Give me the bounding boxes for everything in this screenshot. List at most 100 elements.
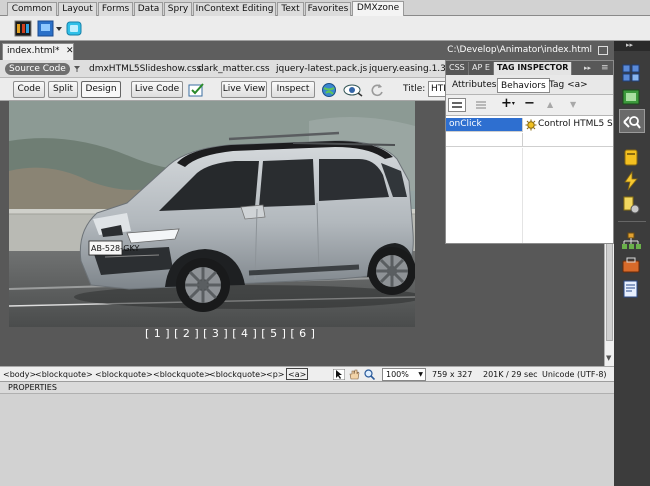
source-code-button[interactable]: Source Code [5, 63, 70, 75]
insert-tab-data[interactable]: Data [134, 2, 163, 16]
move-up-icon[interactable]: ▲ [547, 100, 553, 110]
insert-tab-spry[interactable]: Spry [164, 2, 192, 16]
tag-inspector-dock-button[interactable] [619, 109, 645, 133]
grid-column-line [522, 148, 523, 243]
behaviors-tab[interactable]: Behaviors [497, 78, 550, 93]
remove-behavior-icon[interactable]: − [524, 96, 535, 112]
insert-tab-forms[interactable]: Forms [98, 2, 133, 16]
add-behavior-icon[interactable]: +▾ [501, 96, 515, 112]
title-label: Title: [403, 84, 426, 94]
slideshow-image: AB-528-GKY [9, 101, 415, 327]
visual-aids-icon[interactable] [343, 82, 363, 98]
tag-inspector-icon [623, 116, 641, 129]
zoom-value: 100% [386, 370, 409, 379]
restore-window-icon[interactable] [598, 46, 608, 55]
server-behaviors-icon[interactable] [621, 195, 641, 215]
behavior-action[interactable]: Control HTML5 S... [522, 118, 613, 132]
document-tab[interactable]: index.html* ✕ [2, 43, 74, 60]
dmx-slideshow-icon[interactable] [37, 20, 63, 37]
hand-tool-icon[interactable] [348, 369, 360, 380]
show-set-events-button[interactable] [448, 98, 466, 112]
expand-icon[interactable]: ▸▸ [584, 62, 591, 74]
dock-header: ▸▸ [614, 41, 650, 51]
insert-tab-text[interactable]: Text [277, 2, 304, 16]
design-view-button[interactable]: Design [81, 81, 121, 98]
properties-header[interactable]: PROPERTIES [0, 381, 614, 394]
code-view-button[interactable]: Code [13, 81, 45, 98]
dock-divider [618, 221, 646, 222]
related-file-item[interactable]: jquery-latest.pack.js [276, 63, 367, 75]
related-file-item[interactable]: jquery.easing.1.3.js [369, 63, 445, 75]
snippets-icon[interactable] [621, 279, 641, 299]
assets-icon[interactable] [621, 87, 641, 107]
tag-name-label: Tag <a> [549, 80, 588, 90]
panel-tab-css[interactable]: CSS [446, 62, 469, 75]
zoom-tool-icon[interactable] [364, 369, 375, 380]
tag-selector-a[interactable]: <a> [286, 368, 309, 380]
behavior-gear-icon [525, 119, 537, 131]
tag-selector-blockquote[interactable]: <blockquote> [209, 369, 267, 380]
preview-browser-icon[interactable] [321, 82, 337, 98]
behavior-row[interactable]: onClick Control HTML5 S... [446, 118, 613, 132]
tag-inspector-subtabs: Attributes Behaviors Tag <a> [446, 75, 613, 95]
css-styles-icon[interactable] [621, 147, 641, 167]
insert-tab-favorites[interactable]: Favorites [305, 2, 351, 16]
tag-inspector-panel: CSS AP E TAG INSPECTOR ▸▸ ≡ Attributes B… [445, 60, 614, 244]
live-view-button[interactable]: Live View [221, 81, 267, 98]
status-bar: <body> <blockquote> <blockquote> <blockq… [0, 366, 614, 381]
tag-selector-blockquote[interactable]: <blockquote> [95, 369, 153, 380]
filter-icon[interactable] [73, 65, 81, 73]
download-size: 201K / 29 sec [483, 370, 538, 379]
properties-title: PROPERTIES [8, 383, 57, 392]
behavior-event[interactable]: onClick [446, 118, 521, 132]
sitemap-icon[interactable] [621, 231, 641, 251]
slideshow-page-links[interactable]: [ 1 ] [ 2 ] [ 3 ] [ 4 ] [ 5 ] [ 6 ] [145, 327, 315, 341]
behaviors-toolbar: +▾ − ▲ ▼ [446, 95, 613, 116]
panel-dock: ▸▸ [614, 41, 650, 486]
check-browser-icon[interactable] [188, 82, 206, 98]
panel-menu-icon[interactable]: ≡ [601, 62, 609, 74]
split-view-button[interactable]: Split [48, 81, 78, 98]
live-code-button[interactable]: Live Code [131, 81, 183, 98]
insert-tab-common[interactable]: Common [7, 2, 57, 16]
attributes-tab[interactable]: Attributes [449, 78, 499, 93]
tag-selector-body[interactable]: <body> [3, 369, 36, 380]
show-all-events-icon[interactable] [473, 99, 489, 112]
related-file-item[interactable]: dmxHTML5Slideshow.css [89, 63, 201, 75]
zoom-select[interactable]: 100% ▼ [382, 368, 426, 381]
grid-divider [522, 133, 526, 147]
window-size[interactable]: 759 x 327 [432, 369, 472, 380]
inspect-button[interactable]: Inspect [271, 81, 315, 98]
panel-tab-tag-inspector[interactable]: TAG INSPECTOR [494, 62, 573, 75]
insert-tab-incontext[interactable]: InContext Editing [193, 2, 276, 16]
chevron-down-icon: ▼ [418, 371, 423, 378]
document-tab-bar: index.html* ✕ C:\Develop\Animator\index.… [0, 41, 614, 60]
scrollbar-thumb[interactable] [606, 241, 613, 341]
insert-panel-icon[interactable] [621, 63, 641, 83]
license-plate-text: AB-528-GKY [91, 244, 139, 253]
dmx-animator-icon[interactable] [14, 20, 32, 37]
panel-tab-ap-elements[interactable]: AP E [469, 62, 494, 75]
document-path: C:\Develop\Animator\index.html [447, 45, 592, 55]
encoding: Unicode (UTF-8) [542, 370, 607, 379]
behaviors-grid: onClick Control HTML5 S... [446, 116, 613, 243]
tag-selector-p[interactable]: <p> [266, 369, 284, 380]
related-file-item[interactable]: dark_matter.css [198, 63, 270, 75]
tag-selector-blockquote[interactable]: <blockquote> [35, 369, 93, 380]
insert-tab-layout[interactable]: Layout [58, 2, 97, 16]
move-down-icon[interactable]: ▼ [570, 100, 576, 110]
close-tab-icon[interactable]: ✕ [66, 44, 74, 59]
scroll-down-icon[interactable]: ▼ [606, 354, 611, 362]
select-tool-icon[interactable] [333, 369, 345, 380]
expand-panels-icon[interactable]: ▸▸ [626, 41, 633, 50]
tag-selector-blockquote[interactable]: <blockquote> [153, 369, 211, 380]
behavior-row-empty [446, 133, 613, 147]
behaviors-icon[interactable] [621, 171, 641, 191]
refresh-icon[interactable] [370, 83, 384, 97]
insert-bar-tabs: Common Layout Forms Data Spry InContext … [0, 0, 650, 16]
behavior-action-label: Control HTML5 S... [538, 119, 613, 129]
insert-tab-dmxzone[interactable]: DMXzone [352, 1, 404, 16]
dmx-html5-icon[interactable] [66, 20, 82, 37]
document-tab-label: index.html* [7, 46, 60, 56]
files-icon[interactable] [621, 255, 641, 275]
